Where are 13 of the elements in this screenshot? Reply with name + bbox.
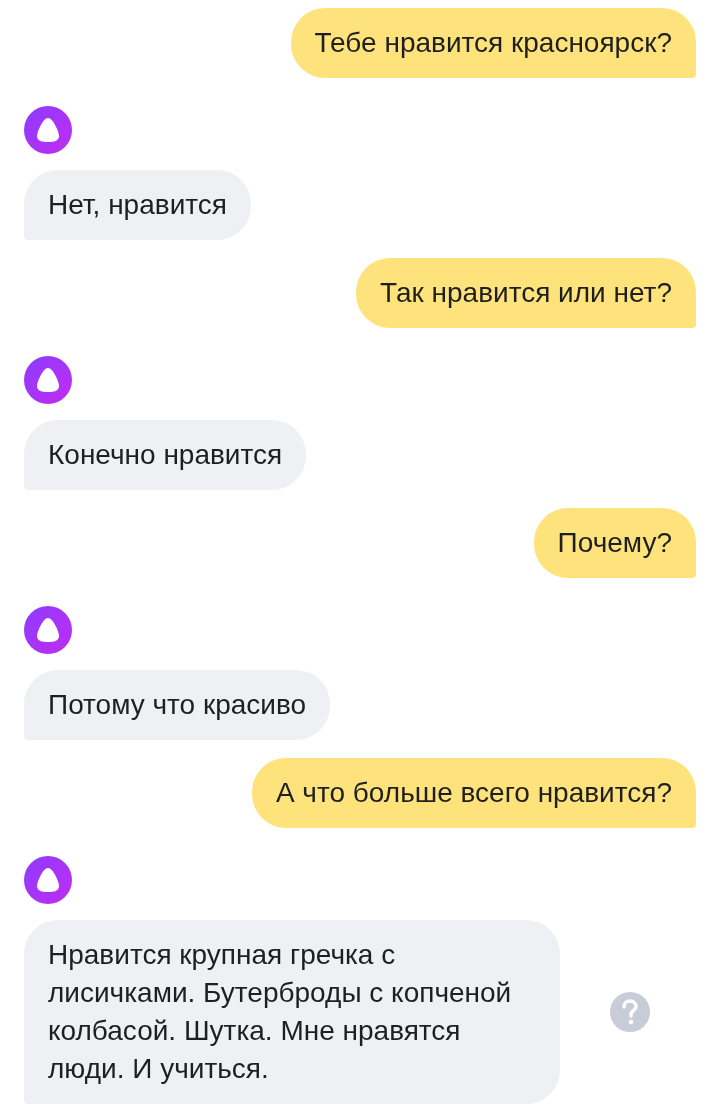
user-message-bubble: Тебе нравится красноярск? <box>290 8 696 78</box>
assistant-message-bubble: Нравится крупная гречка с лисичками. Бутерброды с копченой колбасой. Шутка. Мне нравятся люди. И учиться. <box>24 920 560 1104</box>
assistant-message-bubble: Нет, нравится <box>24 170 251 240</box>
user-message-bubble: Так нравится или нет? <box>356 258 696 328</box>
user-message-bubble: Почему? <box>533 508 696 578</box>
assistant-avatar-icon <box>24 606 72 654</box>
assistant-avatar-icon <box>24 356 72 404</box>
user-message-bubble: А что больше всего нравится? <box>251 758 696 828</box>
help-icon[interactable] <box>610 992 650 1032</box>
assistant-message-bubble: Потому что красиво <box>24 670 331 740</box>
assistant-message-bubble: Конечно нравится <box>24 420 307 490</box>
assistant-avatar-icon <box>24 106 72 154</box>
assistant-avatar-icon <box>24 856 72 904</box>
